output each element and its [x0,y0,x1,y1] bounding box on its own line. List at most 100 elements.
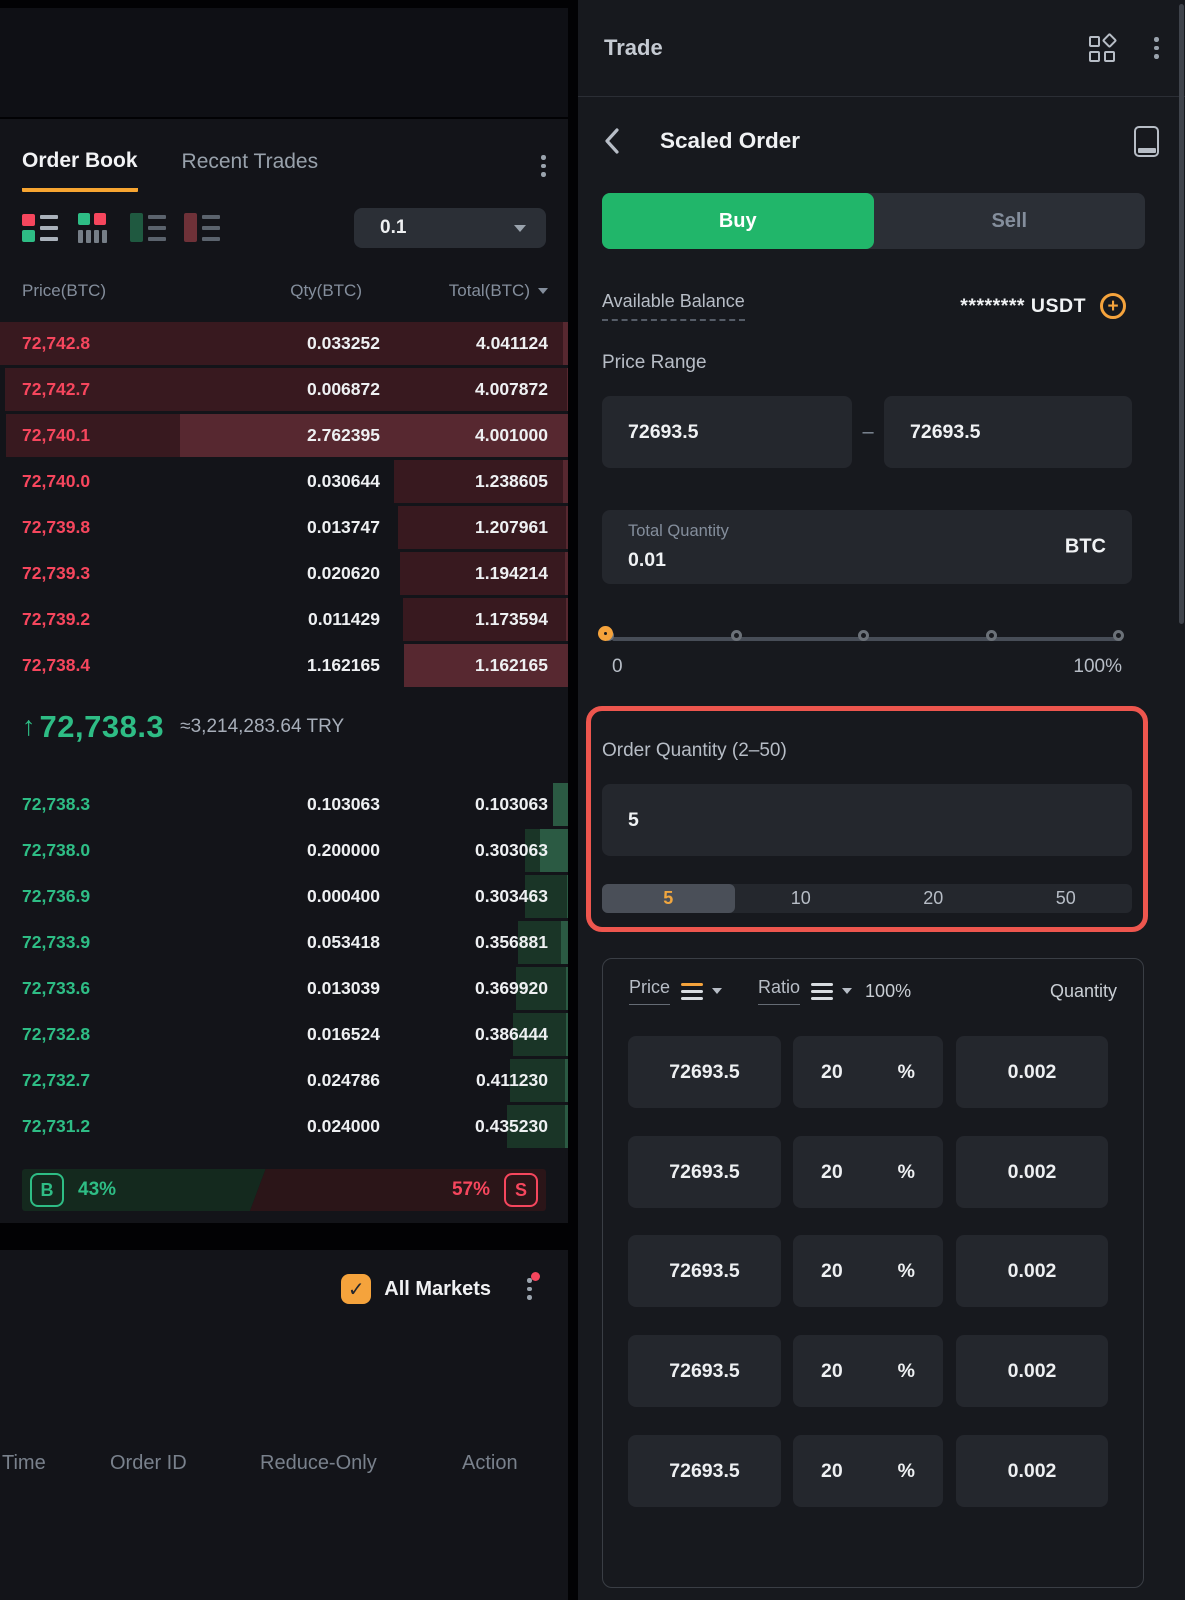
total-quantity-unit: BTC [1065,536,1106,559]
row-qty: 0.200000 [212,840,380,861]
order-ratio-field[interactable]: 20 % [793,1036,943,1108]
kebab-menu-icon[interactable] [541,155,546,177]
depth-qty-bar [565,1105,568,1148]
price-range-to-input[interactable]: 72693.5 [884,396,1132,468]
preset-5[interactable]: 5 [602,884,735,913]
row-qty: 0.013039 [212,978,380,999]
kebab-menu-icon[interactable] [1154,37,1159,59]
sort-caret-icon[interactable] [538,288,548,294]
tab-order-book[interactable]: Order Book [22,149,138,192]
order-quantity-field[interactable]: 0.002 [956,1036,1108,1108]
order-price-field[interactable]: 72693.5 [628,1235,781,1307]
available-balance-label: Available Balance [602,291,745,321]
order-book-row[interactable]: 72,732.8 0.016524 0.386444 [0,1011,568,1057]
tab-recent-trades[interactable]: Recent Trades [182,149,319,174]
scrollbar[interactable] [1179,4,1184,624]
footer-column[interactable]: Time [2,1452,46,1475]
trade-title: Trade [604,35,663,61]
buy-sell-ratio-bar: B 43% 57% S [22,1169,546,1211]
order-quantity-field[interactable]: 0.002 [956,1335,1108,1407]
order-book-row[interactable]: 72,739.8 0.013747 1.207961 [0,504,568,550]
row-price: 72,738.3 [22,794,212,815]
order-book-row[interactable]: 72,733.6 0.013039 0.369920 [0,965,568,1011]
preset-10[interactable]: 10 [735,884,868,913]
precision-dropdown[interactable]: 0.1 [354,208,546,248]
order-quantity-field[interactable]: 0.002 [956,1136,1108,1208]
view-depth-columns-icon[interactable] [76,213,114,243]
buy-badge: B [30,1173,64,1207]
layout-grid-icon[interactable] [1089,35,1116,62]
order-ratio-field[interactable]: 20 % [793,1435,943,1507]
footer-column[interactable]: Order ID [110,1452,187,1475]
order-price-field[interactable]: 72693.5 [628,1036,781,1108]
order-price-field[interactable]: 72693.5 [628,1335,781,1407]
slider-tick[interactable] [986,630,997,641]
row-qty: 0.011429 [212,609,380,630]
preset-50[interactable]: 50 [1000,884,1133,913]
order-price-field[interactable]: 72693.5 [628,1435,781,1507]
order-book-row[interactable]: 72,733.9 0.053418 0.356881 [0,919,568,965]
ratio-header[interactable]: Ratio [758,977,800,1005]
last-price[interactable]: 72,738.3 [40,709,165,745]
order-book-row[interactable]: 72,740.0 0.030644 1.238605 [0,458,568,504]
price-range-from-input[interactable]: 72693.5 [602,396,852,468]
chevron-down-icon [514,225,526,232]
percent-sign: % [898,1161,915,1184]
back-chevron-icon[interactable] [604,127,620,155]
order-book-row[interactable]: 72,739.3 0.020620 1.194214 [0,550,568,596]
depth-qty-bar [567,875,568,918]
ratio-filter-icon[interactable] [811,983,833,1000]
order-book-row[interactable]: 72,740.1 2.762395 4.001000 [0,412,568,458]
row-qty: 0.033252 [212,333,380,354]
order-book-row[interactable]: 72,742.8 0.033252 4.041124 [0,320,568,366]
order-book-row[interactable]: 72,732.7 0.024786 0.411230 [0,1057,568,1103]
order-quantity-field[interactable]: 0.002 [956,1235,1108,1307]
chevron-down-icon[interactable] [712,988,722,994]
order-price-field[interactable]: 72693.5 [628,1136,781,1208]
view-bids-only-icon[interactable] [130,213,168,243]
depth-qty-bar [567,368,568,411]
order-quantity-input[interactable]: 5 [602,784,1132,856]
notebook-icon[interactable] [1134,126,1159,157]
order-ratio-field[interactable]: 20 % [793,1335,943,1407]
amount-slider[interactable] [612,626,1122,652]
price-header[interactable]: Price [629,977,670,1005]
all-markets-label: All Markets [384,1278,491,1301]
total-quantity-value[interactable]: 0.01 [628,549,666,572]
row-price: 72,732.7 [22,1070,212,1091]
order-book-row[interactable]: 72,742.7 0.006872 4.007872 [0,366,568,412]
total-quantity-field[interactable]: Total Quantity 0.01 BTC [602,510,1132,584]
chevron-down-icon[interactable] [842,988,852,994]
order-quantity-field[interactable]: 0.002 [956,1435,1108,1507]
preset-20[interactable]: 20 [867,884,1000,913]
kebab-menu-icon[interactable] [527,1278,532,1300]
row-total: 0.103063 [380,794,548,815]
buy-tab[interactable]: Buy [602,193,874,249]
deposit-plus-icon[interactable]: + [1100,293,1126,319]
order-book-row[interactable]: 72,738.0 0.200000 0.303063 [0,827,568,873]
order-book-row[interactable]: 72,731.2 0.024000 0.435230 [0,1103,568,1149]
order-book-row[interactable]: 72,738.4 1.162165 1.162165 [0,642,568,688]
slider-tick[interactable] [858,630,869,641]
all-markets-checkbox[interactable]: ✓ [341,1274,371,1304]
ratio-value: 20 [821,1161,843,1184]
order-book-row[interactable]: 72,738.3 0.103063 0.103063 [0,781,568,827]
view-asks-only-icon[interactable] [184,213,222,243]
buy-sell-switch: Buy Sell [602,193,1145,249]
sell-tab[interactable]: Sell [874,193,1146,249]
slider-thumb[interactable] [598,626,613,641]
depth-qty-bar [566,506,568,549]
price-filter-icon[interactable] [681,983,703,1000]
order-book-column-headers: Price(BTC) Qty(BTC) Total(BTC) [0,278,568,304]
row-total: 1.238605 [380,471,548,492]
row-qty: 0.053418 [212,932,380,953]
slider-tick[interactable] [1113,630,1124,641]
order-book-row[interactable]: 72,736.9 0.000400 0.303463 [0,873,568,919]
order-book-row[interactable]: 72,739.2 0.011429 1.173594 [0,596,568,642]
footer-column[interactable]: Reduce-Only [260,1452,377,1475]
slider-tick[interactable] [731,630,742,641]
order-ratio-field[interactable]: 20 % [793,1235,943,1307]
view-both-sides-icon[interactable] [22,213,60,243]
footer-column[interactable]: Action [462,1452,518,1475]
order-ratio-field[interactable]: 20 % [793,1136,943,1208]
